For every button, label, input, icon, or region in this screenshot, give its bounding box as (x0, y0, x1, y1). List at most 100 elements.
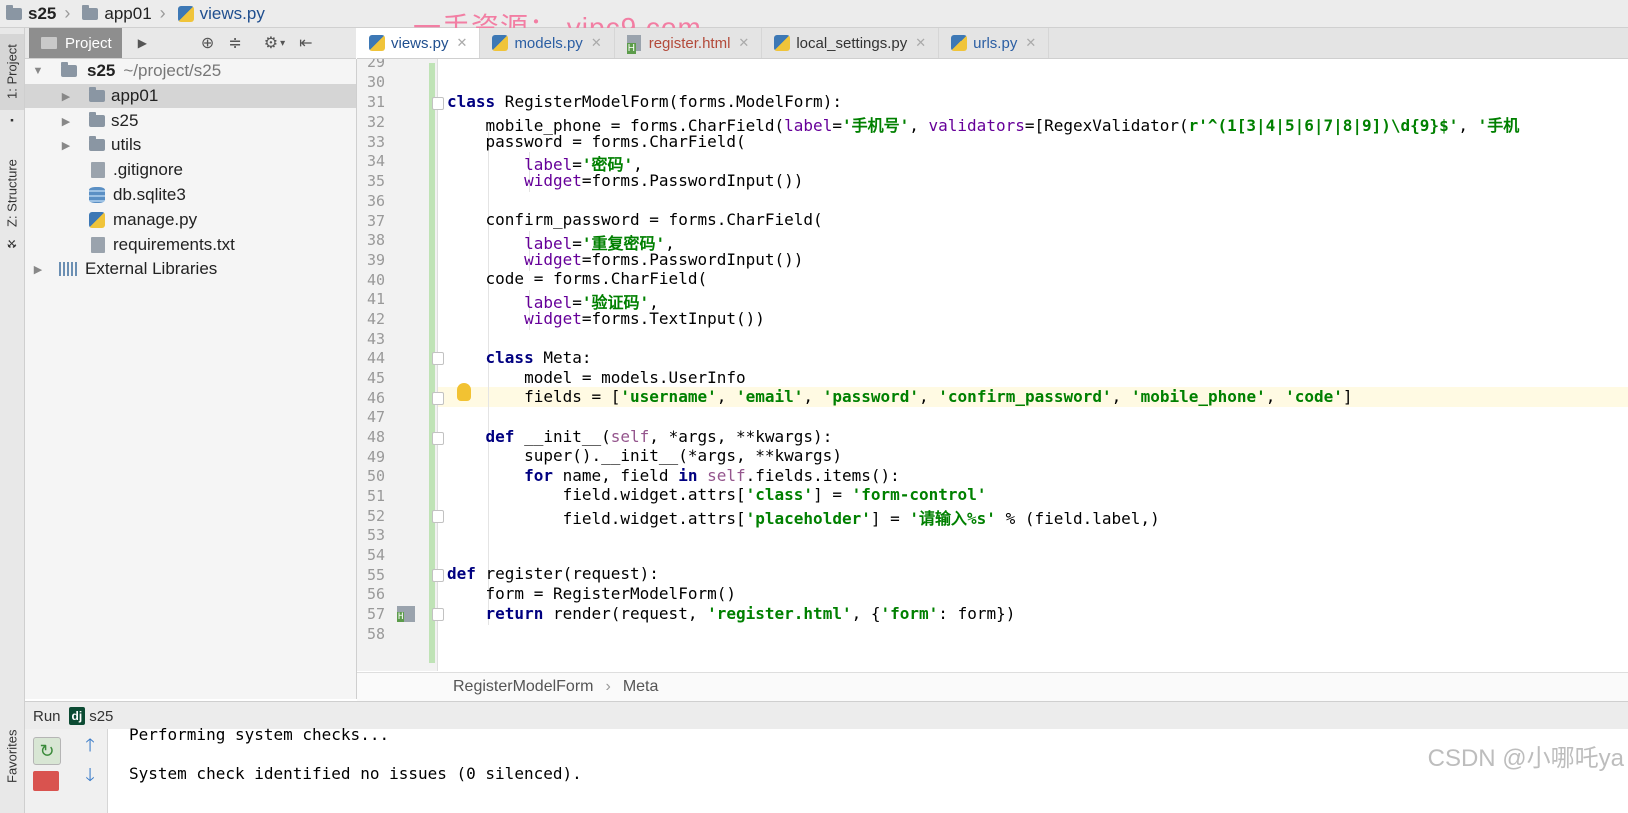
tree-item-gitignore[interactable]: .gitignore (25, 158, 356, 182)
folder-icon (89, 112, 105, 127)
collapse-all-icon[interactable]: ≑ (228, 33, 241, 53)
rerun-icon[interactable]: ↻ (33, 737, 61, 765)
collapsed-arrow-icon[interactable]: ▶ (59, 139, 73, 152)
code-line-39: widget=forms.PasswordInput()) (524, 250, 804, 269)
code-line-52: field.widget.attrs['placeholder'] = '请输入… (447, 509, 1160, 528)
django-icon: dj (68, 707, 86, 725)
code-line-37: confirm_password = forms.CharField( (447, 210, 823, 229)
code-line-45: model = models.UserInfo (447, 368, 746, 387)
tab-urls-py[interactable]: urls.py ✕ (939, 28, 1050, 58)
tree-item-external-libraries[interactable]: ▶ External Libraries (25, 257, 356, 281)
collapsed-arrow-icon[interactable]: ▶ (31, 263, 45, 276)
run-config-name[interactable]: s25 (89, 708, 113, 725)
console-line: System check identified no issues (0 sil… (129, 764, 582, 783)
arrow-up-icon[interactable]: 🡑 (77, 735, 103, 761)
breadcrumb-file[interactable]: views.py (172, 0, 271, 27)
fold-marker-icon[interactable] (432, 97, 444, 110)
tab-register-html[interactable]: register.html✕ (615, 28, 763, 58)
fold-marker-icon[interactable] (432, 432, 444, 445)
locate-icon[interactable]: ⊕ (201, 33, 214, 53)
code-line-44: class Meta: (485, 348, 592, 367)
collapsed-arrow-icon[interactable]: ▶ (59, 90, 73, 103)
project-tree: ▼ s25 ~/project/s25 ▶ app01 ▶ s25 ▶ util… (25, 59, 357, 699)
run-panel-title: Run (33, 707, 61, 725)
editor-tabs: views.py✕ models.py✕ register.html✕ loca… (357, 28, 1628, 59)
code-line-50: for name, field in self.fields.items(): (524, 466, 900, 485)
breadcrumb-class[interactable]: RegisterModelForm (453, 678, 593, 696)
code-line-51: field.widget.attrs['class'] = 'form-cont… (447, 485, 987, 504)
chevron-down-icon[interactable]: ▾ (280, 38, 285, 49)
database-icon (89, 187, 105, 203)
project-panel-header: Project ▶ ⊕ ≑ ⚙ ▾ ⇤ (25, 28, 356, 59)
editor-breadcrumb: RegisterModelForm › Meta (357, 672, 1628, 701)
folder-icon (6, 4, 22, 20)
breadcrumb-meta[interactable]: Meta (623, 678, 659, 696)
python-file-icon (369, 35, 385, 51)
chevron-right-icon: › (64, 3, 71, 23)
tree-item-app01[interactable]: ▶ app01 (25, 84, 356, 108)
code-editor[interactable]: 29 30 31 32 33 34 35 36 37 38 39 40 41 4… (357, 59, 1628, 671)
project-tool-tab[interactable]: 1: Project (0, 34, 24, 110)
fold-marker-icon[interactable] (432, 608, 444, 621)
close-icon[interactable]: ✕ (1025, 35, 1036, 51)
structure-icon[interactable]: ⚒ (0, 236, 24, 252)
hide-panel-icon[interactable]: ⇤ (299, 33, 312, 53)
folder-icon (61, 62, 77, 77)
folder-icon (89, 136, 105, 151)
close-icon[interactable]: ✕ (591, 35, 602, 51)
navigation-bar: s25 › app01 › views.py (0, 0, 1628, 28)
tab-views-py[interactable]: views.py ✕ (357, 28, 481, 58)
text-file-icon (91, 162, 105, 178)
fold-marker-icon[interactable] (432, 510, 444, 523)
favorites-tool-tab[interactable]: Favorites (0, 720, 24, 792)
chevron-right-icon: › (605, 678, 611, 695)
run-console[interactable]: Performing system checks... System check… (108, 725, 1628, 813)
fold-marker-icon[interactable] (432, 392, 444, 405)
console-line: Performing system checks... (129, 725, 390, 744)
code-line-57: return render(request, 'register.html', … (485, 604, 1016, 623)
python-file-icon (492, 35, 509, 51)
tree-item-manage-py[interactable]: manage.py (25, 208, 356, 232)
project-view-selector[interactable]: Project (29, 28, 122, 58)
structure-tool-tab[interactable]: Z: Structure (0, 148, 24, 238)
code-line-46: fields = ['username', 'email', 'password… (447, 387, 1353, 406)
code-line-35: widget=forms.PasswordInput()) (524, 171, 804, 190)
code-line-49: super().__init__(*args, **kwargs) (447, 446, 842, 465)
fold-marker-icon[interactable] (432, 352, 444, 365)
collapsed-arrow-icon[interactable]: ▶ (59, 115, 73, 128)
left-tool-strip: 1: Project ▪ Z: Structure ⚒ Favorites (0, 28, 25, 813)
tree-item-db-sqlite3[interactable]: db.sqlite3 (25, 183, 356, 207)
folder-icon (82, 4, 99, 20)
tab-local-settings-py[interactable]: local_settings.py ✕ (762, 28, 940, 58)
fold-marker-icon[interactable] (432, 569, 444, 582)
close-icon[interactable]: ✕ (738, 35, 749, 51)
run-toolbar: ↻ 🡑 🡓 (25, 729, 108, 813)
tree-item-s25[interactable]: ▶ s25 (25, 109, 356, 133)
close-icon[interactable]: ✕ (457, 35, 468, 51)
code-line-40: code = forms.CharField( (447, 269, 708, 288)
python-file-icon (951, 35, 968, 51)
chevron-right-icon: › (159, 3, 166, 23)
arrow-down-icon[interactable]: 🡓 (77, 765, 103, 791)
terminal-icon[interactable]: ▪ (0, 112, 24, 128)
text-file-icon (91, 237, 105, 253)
tree-item-root[interactable]: ▼ s25 ~/project/s25 (25, 59, 356, 83)
tree-item-requirements[interactable]: requirements.txt (25, 233, 356, 257)
breadcrumb-project[interactable]: s25 › (0, 0, 76, 27)
project-icon (41, 37, 57, 49)
code-line-48: def __init__(self, *args, **kwargs): (485, 427, 833, 446)
library-icon (59, 262, 77, 276)
tab-models-py[interactable]: models.py ✕ (480, 28, 615, 58)
html-template-gutter-icon[interactable] (397, 606, 415, 622)
folder-icon (89, 87, 105, 102)
expand-arrow-icon[interactable]: ▼ (31, 65, 45, 77)
close-icon[interactable]: ✕ (915, 35, 926, 51)
breadcrumb-folder[interactable]: app01 › (76, 0, 171, 27)
python-file-icon (774, 35, 791, 51)
python-file-icon (89, 212, 105, 228)
gear-icon[interactable]: ⚙ (264, 33, 278, 53)
tree-item-utils[interactable]: ▶ utils (25, 133, 356, 157)
play-arrow-icon[interactable]: ▶ (138, 36, 147, 50)
html-file-icon (626, 35, 641, 54)
stop-icon[interactable] (33, 771, 59, 791)
